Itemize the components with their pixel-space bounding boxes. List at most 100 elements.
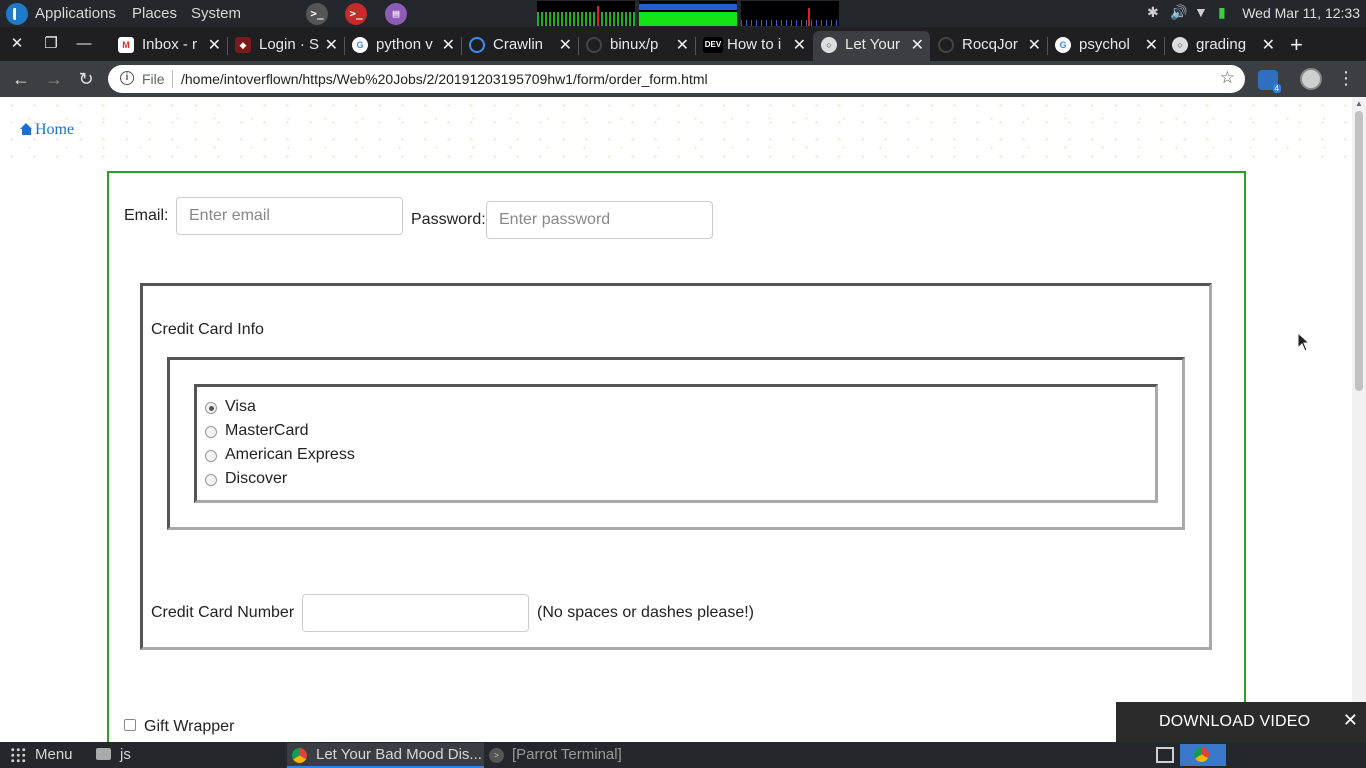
radio-label: MasterCard <box>225 422 309 439</box>
forward-arrow-icon[interactable]: → <box>43 68 65 90</box>
globe-icon: ○ <box>821 37 837 53</box>
password-input[interactable] <box>486 201 713 239</box>
gift-wrapper-checkbox[interactable] <box>124 719 136 731</box>
tab-title: RocqJor <box>962 36 1018 53</box>
chrome-icon <box>292 748 307 763</box>
tab-close-icon[interactable]: ✕ <box>1145 35 1158 55</box>
tab-close-icon[interactable]: ✕ <box>676 35 689 55</box>
taskbar-window-title: Let Your Bad Mood Dis... <box>316 746 482 763</box>
tab-close-icon[interactable]: ✕ <box>911 35 924 55</box>
download-video-label[interactable]: DOWNLOAD VIDEO <box>1159 713 1310 731</box>
url-text[interactable]: /home/intoverflown/https/Web%20Jobs/2/20… <box>181 71 708 87</box>
taskbar-folder-js[interactable]: js <box>120 746 131 763</box>
tab-psychol[interactable]: G psychol ✕ <box>1047 31 1165 61</box>
back-arrow-icon[interactable]: ← <box>10 68 32 90</box>
gift-wrapper-label: Gift Wrapper <box>144 718 235 735</box>
terminal-icon[interactable]: >_ <box>306 3 328 25</box>
browser-tab-strip: ✕ ❐ — M Inbox - r ✕ ◆ Login · S ✕ G pyth… <box>0 27 1366 61</box>
download-video-banner[interactable]: DOWNLOAD VIDEO ✕ <box>1116 702 1366 742</box>
scroll-up-icon[interactable]: ▲ <box>1355 99 1363 108</box>
memory-graph <box>639 1 737 26</box>
tab-binux[interactable]: binux/p ✕ <box>578 31 696 61</box>
tab-inbox[interactable]: M Inbox - r ✕ <box>110 31 228 61</box>
taskbar-menu[interactable]: Menu <box>35 746 73 763</box>
radio-mastercard[interactable] <box>205 426 217 438</box>
chrome-icon <box>1194 747 1209 762</box>
bookmark-star-icon[interactable]: ☆ <box>1220 68 1235 88</box>
tab-title: Login · S <box>259 36 319 53</box>
tab-close-icon[interactable]: ✕ <box>1262 35 1275 55</box>
address-bar[interactable]: i File /home/intoverflown/https/Web%20Jo… <box>108 65 1245 93</box>
tab-close-icon[interactable]: ✕ <box>442 35 455 55</box>
root-terminal-icon[interactable]: >_ <box>345 3 367 25</box>
tab-crawling[interactable]: Crawlin ✕ <box>461 31 579 61</box>
reload-icon[interactable]: ↻ <box>75 68 97 90</box>
text-editor-icon[interactable]: ▤ <box>385 3 407 25</box>
radio-visa[interactable] <box>205 402 217 414</box>
site-icon <box>469 37 485 53</box>
tab-login[interactable]: ◆ Login · S ✕ <box>227 31 345 61</box>
tab-let-your[interactable]: ○ Let Your ✕ <box>813 31 930 61</box>
tab-close-icon[interactable]: ✕ <box>559 35 572 55</box>
taskbar-window-title: [Parrot Terminal] <box>512 746 622 763</box>
folder-icon[interactable] <box>96 748 111 760</box>
speckle-background <box>0 97 1352 159</box>
tab-close-icon[interactable]: ✕ <box>325 35 338 55</box>
page-scrollbar[interactable]: ▲ <box>1352 97 1366 743</box>
github-icon <box>586 37 602 53</box>
parrot-logo-icon[interactable] <box>6 3 28 25</box>
credit-card-number-label: Credit Card Number <box>151 604 295 621</box>
credit-card-number-input[interactable] <box>302 594 529 632</box>
tab-title: binux/p <box>610 36 659 53</box>
menu-system[interactable]: System <box>191 5 241 22</box>
browser-menu-icon[interactable]: ⋮ <box>1337 68 1355 89</box>
clock[interactable]: Wed Mar 11, 12:33 <box>1242 5 1360 21</box>
radio-label: Discover <box>225 470 288 487</box>
home-link[interactable]: Home <box>20 121 74 139</box>
tab-close-icon[interactable]: ✕ <box>208 35 221 55</box>
home-icon <box>20 123 33 135</box>
taskbar-window-browser[interactable]: Let Your Bad Mood Dis... <box>287 743 484 768</box>
new-tab-plus-icon[interactable]: + <box>1290 32 1303 58</box>
site-info-icon[interactable]: i <box>120 71 134 85</box>
volume-icon[interactable]: 🔊 <box>1170 4 1187 21</box>
menu-applications[interactable]: Applications <box>35 5 116 22</box>
close-icon[interactable]: ✕ <box>1343 710 1358 731</box>
workspace-active[interactable] <box>1180 744 1226 766</box>
page-viewport: Home Email: Password: Credit Card Info V… <box>0 97 1352 743</box>
close-window-icon[interactable]: ✕ <box>6 33 28 55</box>
extension-icon[interactable]: 4 <box>1258 70 1281 93</box>
profile-avatar[interactable] <box>1300 68 1322 90</box>
menu-grid-icon[interactable] <box>10 747 26 763</box>
tab-title: Inbox - r <box>142 36 198 53</box>
workspace-switcher-icon[interactable] <box>1156 744 1176 766</box>
email-input[interactable] <box>176 197 403 235</box>
taskbar-window-terminal[interactable]: > [Parrot Terminal] <box>486 743 686 768</box>
card-type-group <box>194 384 1158 503</box>
wifi-icon[interactable]: ▼ <box>1194 4 1208 20</box>
tab-rocqjor[interactable]: RocqJor ✕ <box>930 31 1048 61</box>
bluetooth-icon[interactable]: ✱ <box>1147 4 1159 21</box>
tab-close-icon[interactable]: ✕ <box>1028 35 1041 55</box>
radio-american-express[interactable] <box>205 450 217 462</box>
tab-title: Crawlin <box>493 36 544 53</box>
site-icon: ◆ <box>235 37 251 53</box>
radio-label: Visa <box>225 398 256 415</box>
url-scheme-label: File <box>142 71 165 87</box>
tab-grading[interactable]: ○ grading ✕ <box>1164 31 1281 61</box>
battery-icon[interactable]: ▮ <box>1218 4 1226 21</box>
tab-title: Let Your <box>845 36 901 53</box>
menu-places[interactable]: Places <box>132 5 177 22</box>
tab-python[interactable]: G python v ✕ <box>344 31 462 61</box>
scrollbar-thumb[interactable] <box>1355 111 1363 391</box>
restore-window-icon[interactable]: ❐ <box>40 33 62 55</box>
system-top-panel: Applications Places System >_ >_ ▤ ✱ 🔊 ▼… <box>0 0 1366 27</box>
minimize-window-icon[interactable]: — <box>73 33 95 55</box>
tab-how-to[interactable]: DEV How to i ✕ <box>695 31 812 61</box>
github-icon <box>938 37 954 53</box>
dev-icon: DEV <box>703 37 723 53</box>
extension-badge: 4 <box>1272 84 1281 93</box>
tab-close-icon[interactable]: ✕ <box>793 35 806 55</box>
radio-discover[interactable] <box>205 474 217 486</box>
tab-title: psychol <box>1079 36 1130 53</box>
